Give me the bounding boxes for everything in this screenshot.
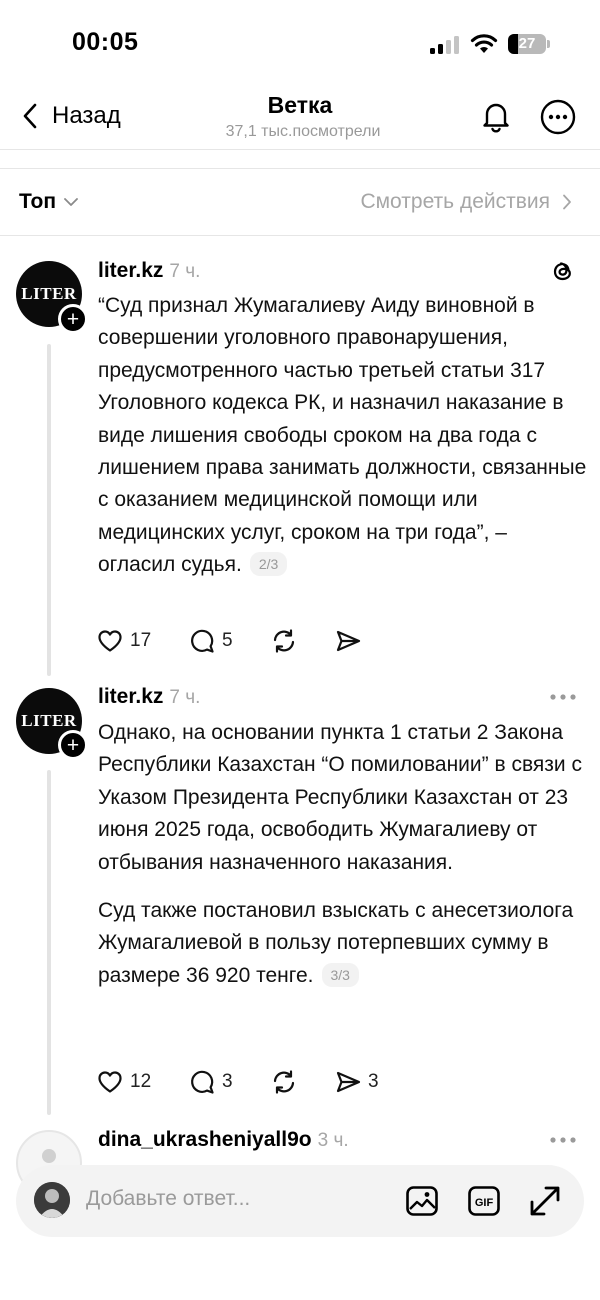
signal-icon xyxy=(430,36,459,54)
avatar-logo-text: LITER xyxy=(21,711,77,730)
page-indicator: 3/3 xyxy=(321,962,359,987)
avatar-logo-text: LITER xyxy=(21,284,77,303)
post-author[interactable]: dina_ukrasheniyall9o 3 ч. xyxy=(98,1128,349,1152)
send-icon xyxy=(336,630,361,652)
expand-icon[interactable] xyxy=(527,1183,563,1219)
comment-count: 5 xyxy=(222,630,233,651)
more-icon[interactable] xyxy=(540,99,576,135)
like-count: 17 xyxy=(130,630,152,651)
post-paragraph-wrap: Суд также постановил взыскать с анесетзи… xyxy=(98,895,588,992)
author-name[interactable]: dina_ukrasheniyall9o xyxy=(98,1128,312,1151)
comment-button[interactable]: 5 xyxy=(188,627,233,655)
repost-button[interactable] xyxy=(270,627,304,655)
like-button[interactable]: 17 xyxy=(96,627,151,655)
avatar-placeholder xyxy=(42,1149,56,1163)
more-icon[interactable] xyxy=(549,693,577,701)
thread-line xyxy=(47,770,51,1115)
repost-icon xyxy=(273,1070,295,1094)
share-button[interactable] xyxy=(334,627,368,655)
threads-logo-icon xyxy=(553,262,571,281)
like-button[interactable]: 12 xyxy=(96,1068,151,1096)
send-icon xyxy=(336,1071,361,1093)
user-avatar xyxy=(34,1182,70,1218)
follow-plus-icon[interactable]: + xyxy=(58,304,88,334)
image-icon[interactable] xyxy=(404,1183,440,1219)
follow-plus-icon[interactable]: + xyxy=(58,730,88,760)
thread-line xyxy=(47,344,51,676)
repost-button[interactable] xyxy=(270,1068,304,1096)
status-bar: 00:05 27 xyxy=(0,0,600,90)
comment-icon xyxy=(191,629,214,653)
view-activity-link[interactable]: Смотреть действия xyxy=(360,190,572,214)
post-body: “Суд признал Жумагалиеву Аиду виновной в… xyxy=(98,290,588,582)
post-author[interactable]: liter.kz 7 ч. xyxy=(98,685,200,709)
repost-icon xyxy=(273,629,295,653)
post-paragraph: Однако, на основании пункта 1 статьи 2 З… xyxy=(98,721,582,874)
author-name[interactable]: liter.kz xyxy=(98,259,163,282)
post-author[interactable]: liter.kz 7 ч. xyxy=(98,259,200,283)
battery-level: 27 xyxy=(518,35,536,52)
share-count: 3 xyxy=(368,1071,379,1092)
author-name[interactable]: liter.kz xyxy=(98,685,163,708)
page-indicator: 2/3 xyxy=(249,552,288,577)
comment-button[interactable]: 3 xyxy=(188,1068,233,1096)
user-avatar-image xyxy=(34,1182,70,1218)
post-body: Однако, на основании пункта 1 статьи 2 З… xyxy=(98,717,588,992)
bell-icon[interactable] xyxy=(478,98,514,134)
divider xyxy=(0,168,600,169)
wifi-icon xyxy=(470,34,498,53)
sort-label: Топ xyxy=(19,190,57,213)
battery-indicator: 27 xyxy=(508,34,550,54)
post-actions: 12 3 3 xyxy=(96,1068,436,1098)
post-paragraph: “Суд признал Жумагалиеву Аиду виновной в… xyxy=(98,294,587,577)
heart-icon xyxy=(98,1071,122,1093)
post-time: 3 ч. xyxy=(317,1130,349,1151)
post-time: 7 ч. xyxy=(169,687,201,708)
chevron-right-icon xyxy=(563,194,571,210)
comment-count: 3 xyxy=(222,1071,233,1092)
chevron-down-icon xyxy=(64,198,78,206)
reply-input[interactable] xyxy=(86,1187,386,1211)
sort-bar: Топ Смотреть действия xyxy=(0,170,600,236)
sort-dropdown[interactable]: Топ xyxy=(19,190,78,214)
thread-header: Назад Ветка 37,1 тыс.посмотрели xyxy=(0,90,600,150)
share-button[interactable]: 3 xyxy=(334,1068,379,1096)
view-activity-label: Смотреть действия xyxy=(360,190,550,213)
reply-composer: GIF xyxy=(16,1165,584,1237)
status-time: 00:05 xyxy=(72,28,139,56)
gif-icon[interactable]: GIF xyxy=(466,1183,502,1219)
heart-icon xyxy=(98,630,122,652)
more-icon[interactable] xyxy=(549,1136,577,1144)
svg-text:GIF: GIF xyxy=(475,1197,494,1209)
comment-icon xyxy=(191,1070,214,1094)
post-time: 7 ч. xyxy=(169,261,201,282)
like-count: 12 xyxy=(130,1071,152,1092)
post-actions: 17 5 xyxy=(96,627,436,657)
